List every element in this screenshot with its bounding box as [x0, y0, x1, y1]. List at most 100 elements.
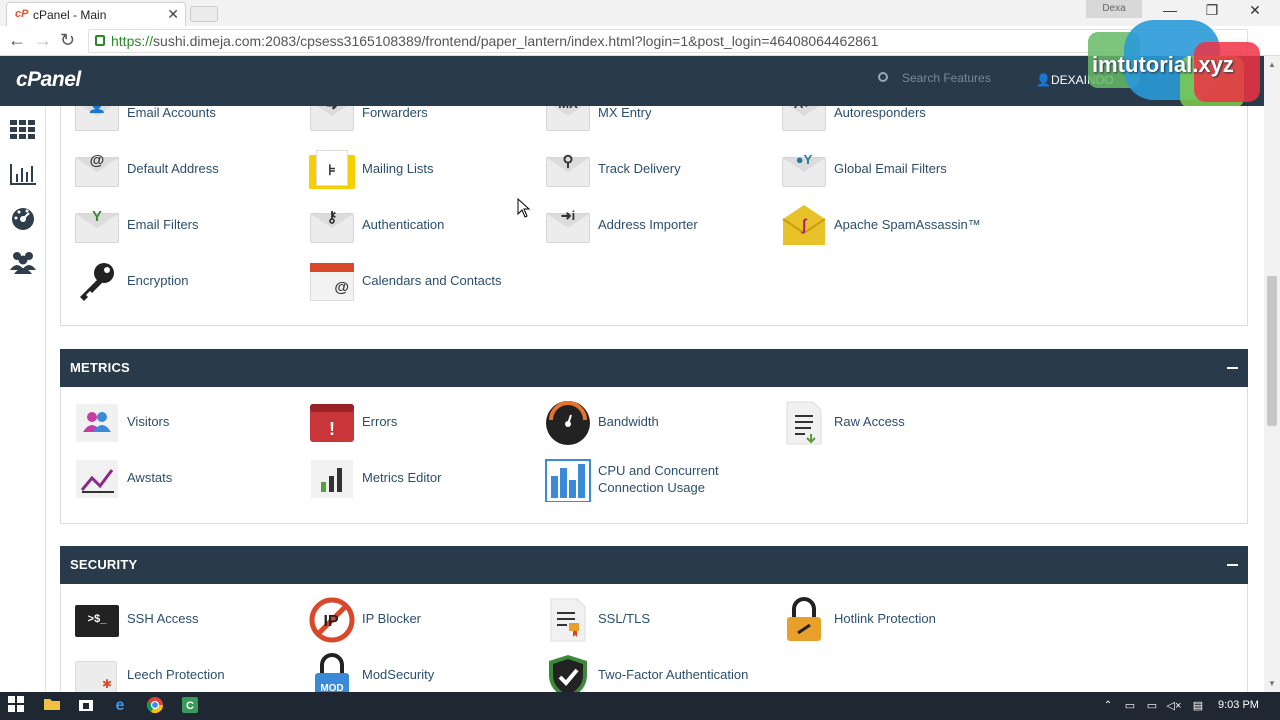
awstats-item[interactable]: Awstats — [74, 456, 304, 502]
spamassassin-item[interactable]: ʃ Apache SpamAssassin™ — [781, 203, 1011, 249]
mx-entry-icon: MX — [545, 106, 591, 137]
windows-start-icon[interactable] — [6, 696, 26, 716]
autoresponders-label: Autoresponders — [834, 106, 926, 120]
close-window-icon[interactable]: ✕ — [1240, 2, 1270, 19]
raw-access-icon — [781, 400, 827, 446]
ssl-tls-item[interactable]: SSL/TLS — [545, 597, 775, 643]
hotlink-protection-item[interactable]: Hotlink Protection — [781, 597, 1011, 643]
visitors-item[interactable]: Visitors — [74, 400, 304, 446]
mx-entry-item[interactable]: MX MX Entry — [545, 106, 775, 137]
forwarders-item[interactable]: ➜ Forwarders — [309, 106, 539, 137]
mailing-lists-label: Mailing Lists — [362, 161, 434, 176]
metrics-header[interactable]: METRICS — [60, 349, 1248, 387]
encryption-label: Encryption — [127, 273, 189, 288]
global-email-filters-item[interactable]: ●Y Global Email Filters — [781, 147, 1011, 193]
user-icon: 👤 — [1036, 73, 1051, 87]
spamassassin-icon: ʃ — [781, 203, 827, 249]
watermark-text: imtutorial.xyz — [1092, 52, 1234, 77]
raw-access-item[interactable]: Raw Access — [781, 400, 1011, 446]
camtasia-icon[interactable]: C — [180, 696, 200, 716]
restore-icon[interactable]: ❐ — [1197, 2, 1227, 19]
security-header[interactable]: SECURITY — [60, 546, 1248, 584]
page-scrollbar[interactable]: ▲ ▼ — [1264, 56, 1280, 692]
cpu-usage-label: CPU and Concurrent Connection Usage — [598, 463, 719, 495]
track-delivery-item[interactable]: ⚲ Track Delivery — [545, 147, 775, 193]
url-input[interactable]: https://sushi.dimeja.com:2083/cpsess3165… — [88, 29, 1248, 53]
cpu-usage-item[interactable]: CPU and Concurrent Connection Usage — [545, 456, 785, 503]
metrics-editor-item[interactable]: Metrics Editor — [309, 456, 539, 502]
two-factor-label: Two-Factor Authentication — [598, 667, 749, 682]
two-factor-item[interactable]: Two-Factor Authentication — [545, 653, 805, 692]
errors-item[interactable]: ! Errors — [309, 400, 539, 446]
scrollbar-thumb[interactable] — [1267, 276, 1277, 426]
collapse-metrics-icon[interactable] — [1227, 367, 1238, 369]
cpanel-logo[interactable]: cPanel — [16, 68, 81, 92]
volume-muted-icon[interactable]: ◁× — [1164, 696, 1184, 716]
display-icon[interactable]: ▭ — [1142, 696, 1162, 716]
mailing-lists-item[interactable]: ⊧ Mailing Lists — [309, 147, 539, 193]
encryption-item[interactable]: Encryption — [74, 259, 304, 305]
authentication-item[interactable]: ⚷ Authentication — [309, 203, 539, 249]
ssh-access-label: SSH Access — [127, 611, 199, 626]
modsecurity-label: ModSecurity — [362, 667, 435, 682]
svg-text:!: ! — [329, 419, 335, 439]
taskbar-clock[interactable]: 9:03 PM — [1218, 699, 1259, 711]
address-importer-icon: ➜i — [545, 203, 591, 249]
mx-entry-label: MX Entry — [598, 106, 652, 120]
address-importer-label: Address Importer — [598, 217, 698, 232]
minimize-icon[interactable]: — — [1155, 2, 1185, 18]
leech-protection-icon: ✱ — [74, 653, 120, 692]
new-tab-button[interactable] — [190, 6, 218, 22]
scroll-up-icon[interactable]: ▲ — [1268, 60, 1276, 69]
chrome-browser-icon[interactable] — [145, 696, 165, 716]
search-input[interactable]: Search Features — [902, 71, 991, 85]
forwarders-label: Forwarders — [362, 106, 428, 120]
track-delivery-icon: ⚲ — [545, 147, 591, 193]
store-icon[interactable] — [76, 696, 96, 716]
network-icon[interactable]: ▭ — [1120, 696, 1140, 716]
collapse-security-icon[interactable] — [1227, 564, 1238, 566]
forward-icon[interactable]: → — [34, 31, 52, 49]
browser-tab[interactable]: cP cPanel - Main ✕ — [6, 2, 186, 26]
address-importer-item[interactable]: ➜i Address Importer — [545, 203, 775, 249]
svg-text:IP: IP — [323, 613, 338, 630]
email-accounts-item[interactable]: 👤 Email Accounts — [74, 106, 304, 137]
default-address-icon: @ — [74, 147, 120, 193]
metrics-editor-label: Metrics Editor — [362, 470, 442, 485]
svg-text:C: C — [186, 700, 194, 712]
bandwidth-label: Bandwidth — [598, 414, 659, 429]
awstats-icon — [74, 456, 120, 502]
ssh-access-item[interactable]: >$_ SSH Access — [74, 597, 304, 643]
metrics-title: METRICS — [70, 360, 130, 375]
url-scheme: https:// — [111, 33, 154, 49]
default-address-item[interactable]: @ Default Address — [74, 147, 304, 193]
back-icon[interactable]: ← — [8, 31, 26, 49]
profile-badge[interactable]: Dexa — [1086, 0, 1142, 18]
scroll-down-icon[interactable]: ▼ — [1268, 679, 1276, 688]
svg-text:ʃ: ʃ — [800, 217, 807, 234]
keyboard-icon[interactable]: ▤ — [1188, 696, 1208, 716]
edge-browser-icon[interactable]: e — [110, 696, 130, 716]
dashboard-icon[interactable] — [8, 204, 38, 232]
show-hidden-icons-icon[interactable]: ⌃ — [1098, 696, 1118, 716]
statistics-icon[interactable] — [8, 160, 38, 188]
autoresponders-item[interactable]: A↩ Autoresponders — [781, 106, 1011, 137]
email-filters-item[interactable]: Y Email Filters — [74, 203, 304, 249]
visitors-icon — [74, 400, 120, 446]
users-icon[interactable] — [8, 248, 38, 276]
modsecurity-item[interactable]: MOD ModSecurity — [309, 653, 539, 692]
file-explorer-icon[interactable] — [42, 696, 62, 716]
bandwidth-item[interactable]: Bandwidth — [545, 400, 775, 446]
leech-protection-item[interactable]: ✱ Leech Protection — [74, 653, 304, 692]
forwarders-icon: ➜ — [309, 106, 355, 137]
reload-icon[interactable]: ↻ — [60, 31, 75, 49]
close-tab-icon[interactable]: ✕ — [167, 6, 179, 23]
ssl-tls-label: SSL/TLS — [598, 611, 651, 626]
tab-title: cPanel - Main — [33, 8, 107, 22]
calendars-contacts-item[interactable]: @ Calendars and Contacts — [309, 259, 539, 305]
home-grid-icon[interactable] — [8, 116, 38, 144]
awstats-label: Awstats — [127, 470, 173, 485]
ip-blocker-item[interactable]: IP IP Blocker — [309, 597, 539, 643]
hotlink-protection-label: Hotlink Protection — [834, 611, 936, 626]
track-delivery-label: Track Delivery — [598, 161, 681, 176]
